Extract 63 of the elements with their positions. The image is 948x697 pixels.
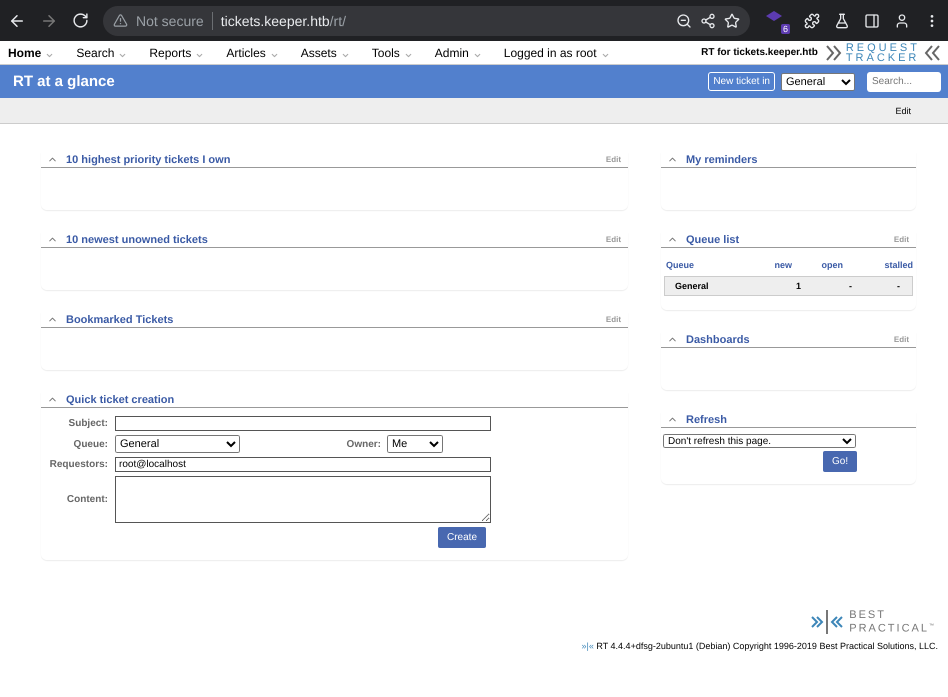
table-cell-text: 1: [794, 281, 801, 291]
url-text: tickets.keeper.htb/rt/: [220, 12, 346, 28]
profile-icon[interactable]: [894, 12, 910, 28]
portlet-title[interactable]: 10 newest unowned tickets: [66, 234, 598, 246]
queue-select[interactable]: General: [781, 72, 855, 90]
table-cell-text: -: [848, 281, 852, 291]
portlet-title[interactable]: Refresh: [686, 414, 916, 426]
chevrons-icon: [811, 610, 844, 634]
menu-item[interactable]: Admin: [434, 46, 482, 60]
owner-select[interactable]: Me: [387, 435, 443, 453]
portlet-title[interactable]: 10 highest priority tickets I own: [66, 154, 598, 166]
field-label: Requestors:: [48, 459, 108, 470]
warning-icon: [113, 13, 128, 28]
field-label: Subject:: [68, 418, 108, 429]
search-field[interactable]: Search...: [867, 72, 941, 92]
column-header: stalled: [883, 260, 913, 270]
zoom-icon[interactable]: [676, 12, 692, 28]
portlet-title[interactable]: Bookmarked Tickets: [66, 314, 598, 326]
column-header: open: [820, 260, 843, 270]
menu-item[interactable]: Assets: [300, 46, 350, 60]
column-header: new: [773, 260, 792, 270]
page-title: RT at a glance: [13, 73, 116, 90]
flask-icon[interactable]: [834, 12, 850, 28]
share-icon[interactable]: [700, 12, 716, 28]
column-header: Queue: [666, 260, 696, 270]
extension-badge: 6: [780, 24, 790, 34]
security-label: Not secure: [136, 12, 204, 28]
queue-row[interactable]: General 1 - -: [664, 276, 913, 296]
chevrons-icon: [826, 44, 844, 60]
address-bar[interactable]: Not secure tickets.keeper.htb/rt/: [103, 6, 750, 36]
menu-item[interactable]: Home: [8, 46, 54, 60]
site-name: RT for tickets.keeper.htb: [701, 47, 818, 58]
create-button[interactable]: Create: [438, 527, 486, 548]
new-ticket-button[interactable]: New ticket in: [708, 72, 775, 91]
edit-link[interactable]: Edit: [895, 106, 911, 116]
table-cell-text: General: [675, 281, 710, 291]
chevrons-icon: [922, 44, 940, 60]
field-label: Owner:: [346, 438, 381, 450]
reload-icon[interactable]: [72, 12, 89, 29]
menu-item[interactable]: Articles: [226, 46, 279, 60]
field-label: Content:: [66, 494, 108, 505]
portlet-title[interactable]: Dashboards: [686, 334, 886, 346]
menu-item[interactable]: Search: [76, 46, 128, 60]
content-field[interactable]: [115, 476, 491, 523]
bookmark-icon[interactable]: [724, 12, 740, 28]
portlet-title[interactable]: My reminders: [686, 154, 916, 166]
portlet-title[interactable]: Queue list: [686, 234, 886, 246]
extensions-icon[interactable]: [804, 12, 820, 28]
table-cell-text: -: [896, 281, 900, 291]
side-panel-icon[interactable]: [864, 12, 880, 28]
menu-item[interactable]: Tools: [372, 46, 413, 60]
field-label: Queue:: [72, 438, 108, 450]
subject-field[interactable]: [115, 416, 491, 431]
logo: REQUEST TRACKER: [826, 42, 940, 62]
copyright-text: »|« RT 4.4.4+dfsg-2ubuntu1 (Debian) Copyright 1996-2019 Best Practical Solutions, LLC.: [582, 640, 938, 651]
queue-select[interactable]: General: [115, 435, 240, 453]
menu-item[interactable]: Reports: [149, 46, 204, 60]
menu-item[interactable]: Logged in as root: [504, 46, 610, 60]
portlet-title[interactable]: Quick ticket creation: [66, 394, 628, 406]
refresh-select[interactable]: Don't refresh this page.: [663, 434, 856, 448]
requestors-field[interactable]: root@localhost: [115, 457, 491, 472]
go-button[interactable]: Go!: [823, 451, 858, 472]
footer-logo: BEST PRACTICAL$^{™}$: [811, 610, 936, 635]
